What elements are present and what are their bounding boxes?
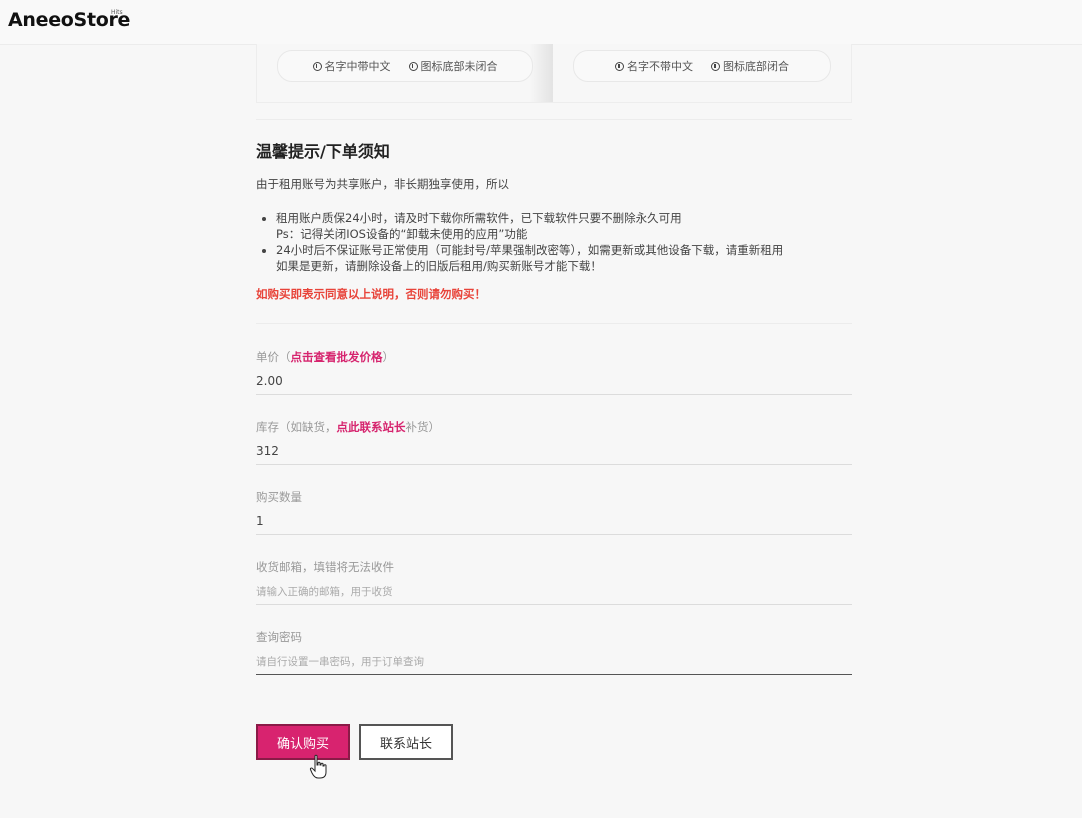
password-input[interactable] [256, 652, 852, 675]
logo-superscript: Hits [111, 9, 123, 16]
email-field: 收货邮箱，填错将无法收件 [256, 534, 852, 605]
price-input [256, 372, 852, 395]
pill-item: 图标底部未闭合 [408, 58, 498, 74]
notice-item-text: 24小时后不保证账号正常使用（可能封号/苹果强制改密等），如需更新或其他设备下载… [276, 243, 784, 257]
info-icon [408, 61, 418, 71]
password-label: 查询密码 [256, 630, 302, 644]
preview-pill-right: 名字不带中文 图标底部闭合 [573, 50, 831, 82]
list-item: 24小时后不保证账号正常使用（可能封号/苹果强制改密等），如需更新或其他设备下载… [276, 242, 852, 274]
email-label: 收货邮箱，填错将无法收件 [256, 560, 394, 574]
price-label: 单价（点击查看批发价格） [256, 349, 394, 365]
price-label-suffix: ） [382, 350, 395, 364]
notice-item-text: 如果是更新，请删除设备上的旧版后租用/购买新账号才能下载！ [276, 259, 602, 273]
notice-item-text: Ps：记得关闭IOS设备的“卸载未使用的应用”功能 [276, 227, 528, 241]
preview-pill-left: 名字中带中文 图标底部未闭合 [277, 50, 533, 82]
notice-title: 温馨提示/下单须知 [256, 142, 390, 161]
pill-label: 名字不带中文 [627, 60, 693, 73]
email-input[interactable] [256, 582, 852, 605]
notice-intro: 由于租用账号为共享账户，非长期独享使用，所以 [256, 177, 509, 191]
purchase-warning: 如购买即表示同意以上说明，否则请勿购买！ [256, 287, 486, 301]
pill-label: 图标底部未闭合 [420, 60, 498, 73]
info-icon [711, 61, 720, 71]
pill-item: 图标底部闭合 [711, 58, 789, 74]
info-icon [312, 61, 322, 71]
stock-input [256, 442, 852, 465]
password-field: 查询密码 [256, 604, 852, 675]
action-buttons: 确认购买 联系站长 [256, 724, 453, 760]
preview-left: 名字中带中文 图标底部未闭合 [257, 44, 553, 102]
quantity-label: 购买数量 [256, 490, 302, 504]
pill-label: 图标底部闭合 [723, 60, 789, 73]
wholesale-price-link[interactable]: 点击查看批发价格 [291, 350, 383, 364]
list-item: 租用账户质保24小时，请及时下载你所需软件，已下载软件只要不删除永久可用 Ps：… [276, 210, 852, 242]
price-label-prefix: 单价（ [256, 350, 291, 364]
quantity-field: 购买数量 [256, 464, 852, 535]
divider [256, 119, 852, 120]
preview-right: 名字不带中文 图标底部闭合 [555, 44, 853, 102]
top-bar: AneeoStore Hits [0, 0, 1082, 45]
pill-item: 名字中带中文 [312, 58, 391, 74]
pill-label: 名字中带中文 [324, 60, 391, 73]
confirm-purchase-button[interactable]: 确认购买 [256, 724, 350, 760]
info-icon [615, 61, 624, 71]
main-content: 名字中带中文 图标底部未闭合 名字不带中文 图标底部闭合 温馨提示/下单须知 由… [256, 44, 852, 675]
icon-preview-row: 名字中带中文 图标底部未闭合 名字不带中文 图标底部闭合 [256, 44, 852, 103]
quantity-input[interactable] [256, 512, 852, 535]
stock-label-suffix: 补货） [405, 420, 441, 434]
notice-list: 租用账户质保24小时，请及时下载你所需软件，已下载软件只要不删除永久可用 Ps：… [256, 210, 852, 274]
price-field: 单价（点击查看批发价格） [256, 324, 852, 395]
contact-owner-link[interactable]: 点此联系站长 [337, 420, 406, 434]
notice-item-text: 租用账户质保24小时，请及时下载你所需软件，已下载软件只要不删除永久可用 [276, 211, 682, 225]
pill-item: 名字不带中文 [615, 58, 693, 74]
hand-cursor-icon [309, 754, 327, 779]
contact-owner-button[interactable]: 联系站长 [359, 724, 453, 760]
stock-label-prefix: 库存（如缺货， [256, 420, 337, 434]
stock-label: 库存（如缺货，点此联系站长补货） [256, 419, 440, 435]
stock-field: 库存（如缺货，点此联系站长补货） [256, 394, 852, 465]
